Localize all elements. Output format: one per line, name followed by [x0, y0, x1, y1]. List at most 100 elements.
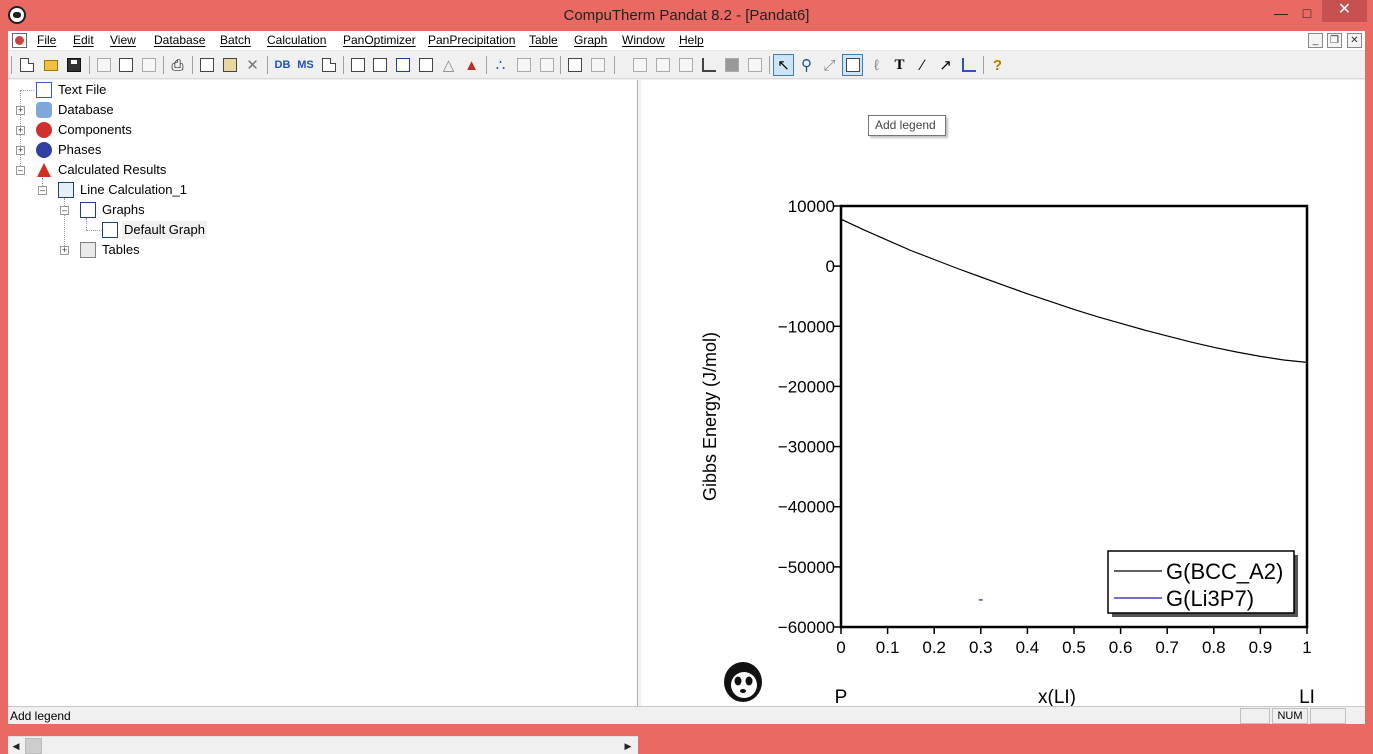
- trend-button[interactable]: [536, 54, 557, 76]
- child-minimize-button[interactable]: _: [1308, 33, 1323, 48]
- status-text: Add legend: [10, 709, 71, 723]
- line-tool-button[interactable]: ∕: [912, 54, 933, 76]
- label-button[interactable]: ℓ: [866, 54, 887, 76]
- legend-icon: [845, 58, 860, 72]
- point-icon: [372, 58, 387, 72]
- table-save-button[interactable]: [675, 54, 696, 76]
- maximize-button[interactable]: □: [1292, 2, 1322, 26]
- menu-batch[interactable]: Batch: [220, 33, 251, 47]
- help-question-icon: ?: [992, 56, 1003, 74]
- menu-calculation[interactable]: Calculation: [267, 33, 326, 47]
- bar-chart-button[interactable]: [721, 54, 742, 76]
- text-t-icon: T: [894, 56, 905, 73]
- print-preview-button[interactable]: [115, 54, 136, 76]
- menu-help[interactable]: Help: [679, 33, 704, 47]
- gibbs-energy-chart[interactable]: 10000 0 −10000 −20000 −30000 −40000 −50000 −600…: [641, 80, 1365, 706]
- tree-item-graphs[interactable]: Graphs: [100, 201, 147, 219]
- tree-item-line-calculation[interactable]: Line Calculation_1: [78, 181, 189, 199]
- menu-window[interactable]: Window: [622, 33, 665, 47]
- menu-table[interactable]: Table: [529, 33, 558, 47]
- ms-button[interactable]: MS: [295, 54, 316, 76]
- tree-item-database[interactable]: Database: [56, 101, 116, 119]
- menu-graph[interactable]: Graph: [574, 33, 607, 47]
- arrow-tool-button[interactable]: ↗: [935, 54, 956, 76]
- line-chart-button[interactable]: [698, 54, 719, 76]
- print-preview-icon: [118, 58, 133, 72]
- open-file-button[interactable]: [40, 54, 61, 76]
- collapse-graphs-toggle[interactable]: –: [60, 206, 69, 215]
- scatter-button[interactable]: ∴: [490, 54, 511, 76]
- document-icon[interactable]: [12, 33, 27, 48]
- calculated-results-icon: [36, 162, 52, 178]
- zoom-button[interactable]: ⚲: [796, 54, 817, 76]
- scroll-thumb[interactable]: [25, 738, 42, 754]
- y-axis: 10000 0 −10000 −20000 −30000 −40000 −50000 −600…: [778, 197, 841, 637]
- series-line-0: [840, 218, 1308, 363]
- expand-components-toggle[interactable]: +: [16, 126, 25, 135]
- status-bar: Add legend NUM: [8, 706, 1365, 724]
- expand-tables-toggle[interactable]: +: [60, 246, 69, 255]
- horizontal-scrollbar[interactable]: ◀ ▶: [8, 736, 638, 754]
- legend[interactable]: G(BCC_A2) G(Li3P7): [1107, 550, 1298, 617]
- add-legend-button[interactable]: [842, 54, 863, 76]
- expand-database-toggle[interactable]: +: [16, 106, 25, 115]
- section-button[interactable]: ▲: [461, 54, 482, 76]
- table-edit-button[interactable]: [652, 54, 673, 76]
- child-close-button[interactable]: ✕: [1347, 33, 1362, 48]
- expand-phases-toggle[interactable]: +: [16, 146, 25, 155]
- child-restore-button[interactable]: ❐: [1327, 33, 1342, 48]
- single-point-button[interactable]: [369, 54, 390, 76]
- save-button[interactable]: [63, 54, 84, 76]
- num-lock-indicator: NUM: [1272, 708, 1308, 724]
- tree-item-calculated-results[interactable]: Calculated Results: [56, 161, 168, 179]
- database-load-button[interactable]: [318, 54, 339, 76]
- db-check-icon: [567, 58, 582, 72]
- db-check-button[interactable]: [564, 54, 585, 76]
- database-icon: [36, 102, 52, 118]
- close-button[interactable]: ✕: [1322, 0, 1367, 22]
- picture-button[interactable]: [744, 54, 765, 76]
- axis-button[interactable]: [958, 54, 979, 76]
- help-button[interactable]: ?: [987, 54, 1008, 76]
- tree-item-tables[interactable]: Tables: [100, 241, 142, 259]
- ternary-button[interactable]: △: [438, 54, 459, 76]
- tree-item-default-graph[interactable]: Default Graph: [122, 221, 207, 239]
- tree-item-phases[interactable]: Phases: [56, 141, 103, 159]
- copy-button[interactable]: [196, 54, 217, 76]
- text-tool-button[interactable]: T: [889, 54, 910, 76]
- project-tree-pane[interactable]: Text File + Database + Components + Phas…: [8, 80, 638, 754]
- copy-file-button[interactable]: [93, 54, 114, 76]
- menu-file[interactable]: File: [37, 33, 56, 47]
- step-button[interactable]: [513, 54, 534, 76]
- select-pointer-button[interactable]: ↖: [773, 54, 794, 76]
- paste-file-button[interactable]: [138, 54, 159, 76]
- grid-dots-button[interactable]: [587, 54, 608, 76]
- delete-button[interactable]: ✕: [242, 54, 263, 76]
- graph-pane[interactable]: 10000 0 −10000 −20000 −30000 −40000 −50000 −600…: [641, 80, 1365, 706]
- new-file-button[interactable]: [16, 54, 37, 76]
- table-edit-icon: [655, 58, 670, 72]
- scroll-right-arrow[interactable]: ▶: [620, 738, 636, 754]
- toolbar-separator: [769, 56, 770, 74]
- line-calculation-button[interactable]: [392, 54, 413, 76]
- collapse-line-calculation-toggle[interactable]: –: [38, 186, 47, 195]
- title-bar[interactable]: CompuTherm Pandat 8.2 - [Pandat6] — □ ✕: [0, 0, 1373, 31]
- point-calculation-button[interactable]: [347, 54, 368, 76]
- print-button[interactable]: ⎙: [167, 54, 188, 76]
- menu-view[interactable]: View: [110, 33, 136, 47]
- collapse-calculated-results-toggle[interactable]: –: [16, 166, 25, 175]
- tree-item-text-file[interactable]: Text File: [56, 81, 108, 99]
- menu-database[interactable]: Database: [154, 33, 205, 47]
- graph-button[interactable]: [415, 54, 436, 76]
- tree-item-components[interactable]: Components: [56, 121, 134, 139]
- menu-panoptimizer[interactable]: PanOptimizer: [343, 33, 416, 47]
- menu-edit[interactable]: Edit: [73, 33, 94, 47]
- tree-connector: [20, 90, 34, 91]
- fit-view-button[interactable]: ⤢: [819, 54, 840, 76]
- legend-label-bcc-a2: G(BCC_A2): [1166, 559, 1283, 584]
- database-button[interactable]: DB: [272, 54, 293, 76]
- table-button[interactable]: [629, 54, 650, 76]
- menu-panprecipitation[interactable]: PanPrecipitation: [428, 33, 515, 47]
- scroll-left-arrow[interactable]: ◀: [8, 738, 24, 754]
- paste-button[interactable]: [219, 54, 240, 76]
